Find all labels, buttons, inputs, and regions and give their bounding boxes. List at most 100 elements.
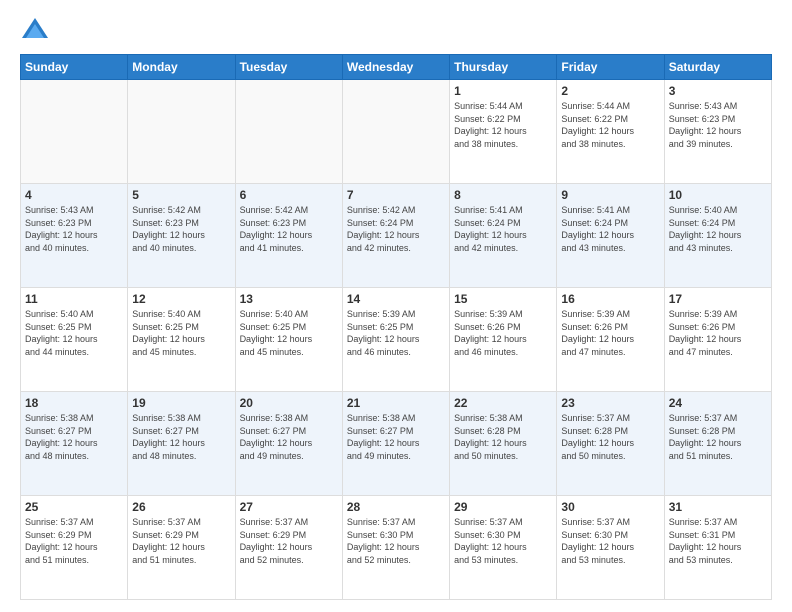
calendar-cell [342,80,449,184]
calendar-week-1: 1 Sunrise: 5:44 AM Sunset: 6:22 PM Daylig… [21,80,772,184]
calendar-table: SundayMondayTuesdayWednesdayThursdayFrid… [20,54,772,600]
calendar-cell: 7 Sunrise: 5:42 AM Sunset: 6:24 PM Daylig… [342,184,449,288]
day-number: 15 [454,292,552,306]
day-number: 14 [347,292,445,306]
calendar-cell: 16 Sunrise: 5:39 AM Sunset: 6:26 PM Dayli… [557,288,664,392]
weekday-header-thursday: Thursday [450,55,557,80]
day-info: Sunrise: 5:39 AM Sunset: 6:26 PM Dayligh… [561,308,659,358]
calendar-cell: 25Sunrise: 5:37 AM Sunset: 6:29 PM Dayli… [21,496,128,600]
calendar-cell: 10Sunrise: 5:40 AM Sunset: 6:24 PM Dayli… [664,184,771,288]
day-number: 1 [454,84,552,98]
calendar-cell: 23 Sunrise: 5:37 AM Sunset: 6:28 PM Dayli… [557,392,664,496]
calendar-cell: 15 Sunrise: 5:39 AM Sunset: 6:26 PM Dayli… [450,288,557,392]
day-info: Sunrise: 5:43 AM Sunset: 6:23 PM Dayligh… [25,204,123,254]
weekday-header-row: SundayMondayTuesdayWednesdayThursdayFrid… [21,55,772,80]
calendar-cell: 4 Sunrise: 5:43 AM Sunset: 6:23 PM Daylig… [21,184,128,288]
day-info: Sunrise: 5:40 AM Sunset: 6:25 PM Dayligh… [132,308,230,358]
calendar-week-5: 25Sunrise: 5:37 AM Sunset: 6:29 PM Dayli… [21,496,772,600]
calendar-cell: 21 Sunrise: 5:38 AM Sunset: 6:27 PM Dayli… [342,392,449,496]
day-number: 19 [132,396,230,410]
calendar-cell: 9Sunrise: 5:41 AM Sunset: 6:24 PM Daylig… [557,184,664,288]
calendar-cell [128,80,235,184]
day-number: 16 [561,292,659,306]
day-info: Sunrise: 5:40 AM Sunset: 6:25 PM Dayligh… [25,308,123,358]
calendar-cell: 1 Sunrise: 5:44 AM Sunset: 6:22 PM Daylig… [450,80,557,184]
day-info: Sunrise: 5:42 AM Sunset: 6:24 PM Dayligh… [347,204,445,254]
day-info: Sunrise: 5:37 AM Sunset: 6:28 PM Dayligh… [561,412,659,462]
day-info: Sunrise: 5:40 AM Sunset: 6:25 PM Dayligh… [240,308,338,358]
day-number: 7 [347,188,445,202]
day-number: 13 [240,292,338,306]
day-number: 20 [240,396,338,410]
logo-icon [20,16,50,46]
day-number: 27 [240,500,338,514]
weekday-header-wednesday: Wednesday [342,55,449,80]
day-info: Sunrise: 5:37 AM Sunset: 6:29 PM Dayligh… [240,516,338,566]
day-number: 29 [454,500,552,514]
calendar-cell: 26 Sunrise: 5:37 AM Sunset: 6:29 PM Dayli… [128,496,235,600]
day-info: Sunrise: 5:43 AM Sunset: 6:23 PM Dayligh… [669,100,767,150]
day-number: 3 [669,84,767,98]
calendar-cell [235,80,342,184]
calendar-cell: 22 Sunrise: 5:38 AM Sunset: 6:28 PM Dayli… [450,392,557,496]
day-info: Sunrise: 5:42 AM Sunset: 6:23 PM Dayligh… [240,204,338,254]
calendar-cell: 3 Sunrise: 5:43 AM Sunset: 6:23 PM Daylig… [664,80,771,184]
day-number: 11 [25,292,123,306]
header [20,16,772,46]
calendar-cell: 13 Sunrise: 5:40 AM Sunset: 6:25 PM Dayli… [235,288,342,392]
weekday-header-sunday: Sunday [21,55,128,80]
day-number: 26 [132,500,230,514]
day-number: 12 [132,292,230,306]
day-number: 23 [561,396,659,410]
calendar-cell: 19 Sunrise: 5:38 AM Sunset: 6:27 PM Dayli… [128,392,235,496]
day-info: Sunrise: 5:39 AM Sunset: 6:26 PM Dayligh… [669,308,767,358]
calendar-cell: 6Sunrise: 5:42 AM Sunset: 6:23 PM Daylig… [235,184,342,288]
weekday-header-tuesday: Tuesday [235,55,342,80]
day-info: Sunrise: 5:38 AM Sunset: 6:27 PM Dayligh… [240,412,338,462]
day-info: Sunrise: 5:39 AM Sunset: 6:26 PM Dayligh… [454,308,552,358]
day-number: 21 [347,396,445,410]
day-info: Sunrise: 5:38 AM Sunset: 6:27 PM Dayligh… [25,412,123,462]
calendar-cell: 24 Sunrise: 5:37 AM Sunset: 6:28 PM Dayli… [664,392,771,496]
day-info: Sunrise: 5:37 AM Sunset: 6:30 PM Dayligh… [454,516,552,566]
day-number: 8 [454,188,552,202]
calendar-cell: 20 Sunrise: 5:38 AM Sunset: 6:27 PM Dayli… [235,392,342,496]
calendar-cell [21,80,128,184]
day-info: Sunrise: 5:37 AM Sunset: 6:30 PM Dayligh… [347,516,445,566]
day-number: 2 [561,84,659,98]
day-info: Sunrise: 5:37 AM Sunset: 6:31 PM Dayligh… [669,516,767,566]
day-number: 24 [669,396,767,410]
day-number: 22 [454,396,552,410]
day-number: 10 [669,188,767,202]
day-info: Sunrise: 5:44 AM Sunset: 6:22 PM Dayligh… [454,100,552,150]
day-number: 18 [25,396,123,410]
day-info: Sunrise: 5:42 AM Sunset: 6:23 PM Dayligh… [132,204,230,254]
day-number: 30 [561,500,659,514]
day-number: 28 [347,500,445,514]
day-info: Sunrise: 5:37 AM Sunset: 6:28 PM Dayligh… [669,412,767,462]
day-number: 9 [561,188,659,202]
calendar-week-2: 4 Sunrise: 5:43 AM Sunset: 6:23 PM Daylig… [21,184,772,288]
weekday-header-friday: Friday [557,55,664,80]
logo [20,16,54,46]
day-info: Sunrise: 5:39 AM Sunset: 6:25 PM Dayligh… [347,308,445,358]
day-info: Sunrise: 5:38 AM Sunset: 6:28 PM Dayligh… [454,412,552,462]
calendar-cell: 28 Sunrise: 5:37 AM Sunset: 6:30 PM Dayli… [342,496,449,600]
calendar-cell: 5 Sunrise: 5:42 AM Sunset: 6:23 PM Daylig… [128,184,235,288]
day-info: Sunrise: 5:37 AM Sunset: 6:29 PM Dayligh… [25,516,123,566]
calendar-cell: 12 Sunrise: 5:40 AM Sunset: 6:25 PM Dayli… [128,288,235,392]
calendar-cell: 11 Sunrise: 5:40 AM Sunset: 6:25 PM Dayli… [21,288,128,392]
calendar-cell: 18 Sunrise: 5:38 AM Sunset: 6:27 PM Dayli… [21,392,128,496]
day-info: Sunrise: 5:41 AM Sunset: 6:24 PM Dayligh… [454,204,552,254]
day-info: Sunrise: 5:38 AM Sunset: 6:27 PM Dayligh… [347,412,445,462]
calendar-cell: 8 Sunrise: 5:41 AM Sunset: 6:24 PM Daylig… [450,184,557,288]
calendar-cell: 17Sunrise: 5:39 AM Sunset: 6:26 PM Dayli… [664,288,771,392]
calendar-cell: 31Sunrise: 5:37 AM Sunset: 6:31 PM Dayli… [664,496,771,600]
calendar-cell: 14 Sunrise: 5:39 AM Sunset: 6:25 PM Dayli… [342,288,449,392]
day-info: Sunrise: 5:37 AM Sunset: 6:29 PM Dayligh… [132,516,230,566]
day-info: Sunrise: 5:37 AM Sunset: 6:30 PM Dayligh… [561,516,659,566]
calendar-cell: 29 Sunrise: 5:37 AM Sunset: 6:30 PM Dayli… [450,496,557,600]
day-info: Sunrise: 5:38 AM Sunset: 6:27 PM Dayligh… [132,412,230,462]
day-number: 4 [25,188,123,202]
day-number: 5 [132,188,230,202]
